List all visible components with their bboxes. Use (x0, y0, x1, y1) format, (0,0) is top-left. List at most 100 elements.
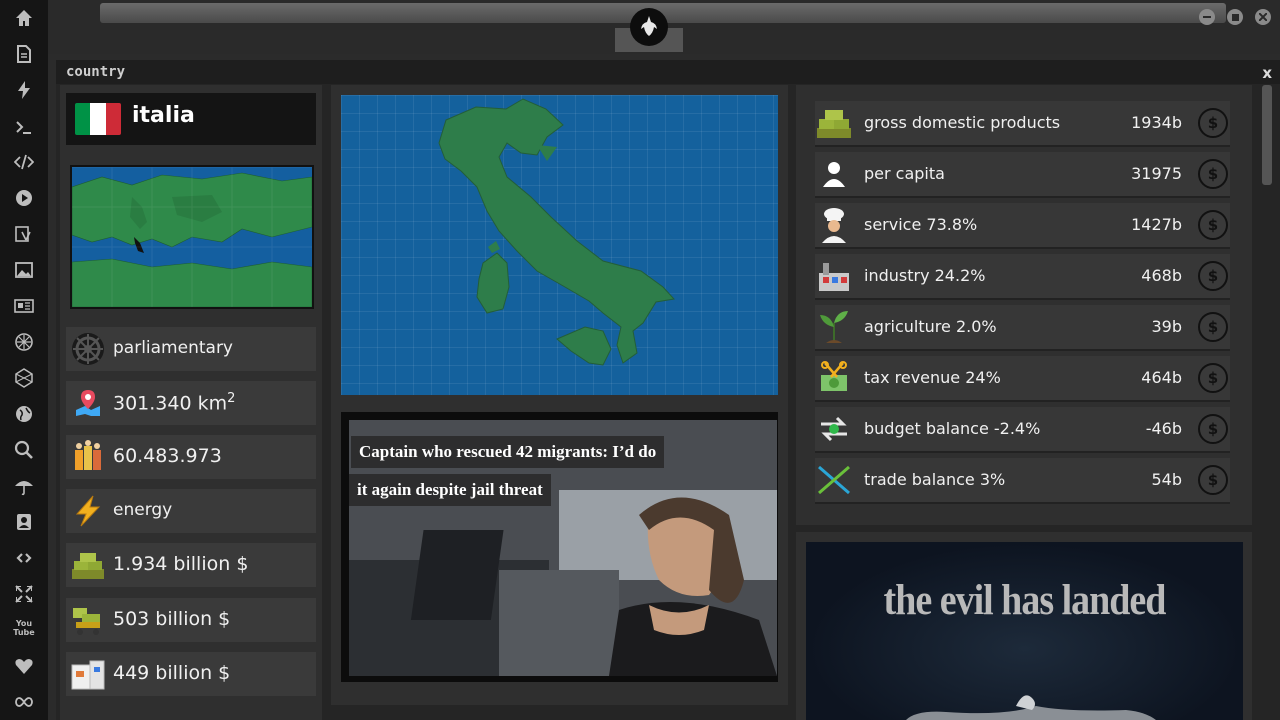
economy-label: per capita (864, 164, 945, 183)
lightning-icon[interactable] (12, 78, 36, 102)
economy-row: budget balance -2.4% -46b $ (815, 407, 1230, 453)
coin-symbol: $ (1207, 318, 1219, 336)
italy-flag-icon (75, 103, 121, 135)
news-card[interactable]: Captain who rescued 42 migrants: I’d do … (341, 412, 778, 682)
maximize-button[interactable] (1227, 9, 1243, 25)
expand-icon[interactable] (12, 582, 36, 606)
empire-icon (70, 331, 106, 367)
youtube-icon[interactable]: You Tube (12, 616, 36, 640)
scrollbar[interactable] (1262, 85, 1272, 185)
window-titlebar (56, 60, 1280, 84)
chef-icon (815, 206, 853, 244)
news-headline-line2: it again despite jail threat (349, 474, 551, 506)
economy-label: industry 24.2% (864, 266, 986, 285)
country-header: italia (66, 93, 316, 145)
image-icon[interactable] (12, 258, 36, 282)
europe-mini-map[interactable] (70, 165, 314, 309)
dollar-coin-icon[interactable]: $ (1198, 261, 1228, 291)
newspaper-icon[interactable] (12, 294, 36, 318)
population-row: 60.483.973 (66, 435, 316, 479)
coin-symbol: $ (1207, 165, 1219, 183)
heart-icon[interactable] (12, 654, 36, 678)
plant-icon (815, 308, 853, 346)
coin-symbol: $ (1207, 216, 1219, 234)
dollar-coin-icon[interactable]: $ (1198, 312, 1228, 342)
economy-label: agriculture 2.0% (864, 317, 997, 336)
balance-arrows-icon (815, 410, 853, 448)
government-row: parliamentary (66, 327, 316, 371)
globe-icon[interactable] (12, 402, 36, 426)
youtube-label: You Tube (13, 619, 35, 637)
area-superscript: 2 (227, 391, 236, 406)
poster-title: the evil has landed (883, 575, 1167, 625)
economy-value: 39b (1151, 317, 1182, 336)
document-icon[interactable] (12, 42, 36, 66)
rebel-icon[interactable] (12, 330, 36, 354)
dollar-coin-icon[interactable]: $ (1198, 414, 1228, 444)
economy-label: service 73.8% (864, 215, 978, 234)
area-text: 301.340 km2 (113, 391, 235, 414)
search-icon[interactable] (12, 438, 36, 462)
economy-value: 1934b (1131, 113, 1182, 132)
factory-icon (815, 257, 853, 295)
code-icon[interactable] (12, 150, 36, 174)
coin-symbol: $ (1207, 420, 1219, 438)
coin-symbol: $ (1207, 471, 1219, 489)
country-name: italia (132, 103, 195, 128)
economy-label: budget balance -2.4% (864, 419, 1041, 438)
economy-value: 1427b (1131, 215, 1182, 234)
economy-value: 31975 (1131, 164, 1182, 183)
value2-row: 503 billion $ (66, 598, 316, 642)
dollar-coin-icon[interactable]: $ (1198, 363, 1228, 393)
economy-value: 54b (1151, 470, 1182, 489)
economy-value: 464b (1141, 368, 1182, 387)
window-title: country (66, 64, 126, 80)
translate-icon[interactable] (12, 222, 36, 246)
dollar-coin-icon[interactable]: $ (1198, 465, 1228, 495)
value3-text: 449 billion $ (113, 662, 231, 684)
money-stack-icon (815, 104, 853, 142)
gdp-row: 1.934 billion $ (66, 543, 316, 587)
dollar-coin-icon[interactable]: $ (1198, 210, 1228, 240)
movie-poster[interactable]: the evil has landed (806, 542, 1243, 720)
coin-symbol: $ (1207, 369, 1219, 387)
news-headline-line1: Captain who rescued 42 migrants: I’d do (351, 436, 665, 468)
money-stack-icon (70, 547, 106, 583)
minimize-button[interactable] (1199, 9, 1215, 25)
umbrella-icon[interactable] (12, 474, 36, 498)
area-value: 301.340 km (113, 392, 228, 415)
gdp-total-value: 1.934 billion $ (113, 553, 249, 575)
person-icon (815, 155, 853, 193)
economy-label: trade balance 3% (864, 470, 1006, 489)
area-row: 301.340 km2 (66, 381, 316, 425)
boxes-icon (70, 656, 106, 692)
infinity-icon[interactable] (12, 690, 36, 714)
money-cart-icon (70, 602, 106, 638)
government-type: parliamentary (113, 338, 233, 358)
link-icon[interactable] (12, 546, 36, 570)
dollar-coin-icon[interactable]: $ (1198, 108, 1228, 138)
play-icon[interactable] (12, 186, 36, 210)
home-icon[interactable] (12, 6, 36, 30)
dollar-coin-icon[interactable]: $ (1198, 159, 1228, 189)
economy-row: tax revenue 24% 464b $ (815, 356, 1230, 402)
coin-symbol: $ (1207, 114, 1219, 132)
trade-icon (815, 461, 853, 499)
app-sidebar: You Tube (0, 0, 48, 720)
population-value: 60.483.973 (113, 445, 222, 467)
energy-bolt-icon (70, 493, 106, 529)
value2-text: 503 billion $ (113, 608, 231, 630)
terminal-icon[interactable] (12, 115, 36, 139)
energy-label: energy (113, 500, 173, 520)
economy-row: gross domestic products 1934b $ (815, 101, 1230, 147)
economy-row: per capita 31975 $ (815, 152, 1230, 198)
close-window-button[interactable] (1255, 9, 1271, 25)
map-pin-icon (70, 385, 106, 421)
italy-map[interactable] (341, 95, 778, 395)
window-close-button[interactable]: x (1262, 64, 1272, 82)
contact-icon[interactable] (12, 510, 36, 534)
hex-icon[interactable] (12, 366, 36, 390)
rebel-emblem-icon[interactable] (630, 8, 668, 46)
economy-label: tax revenue 24% (864, 368, 1001, 387)
people-icon (70, 439, 106, 475)
